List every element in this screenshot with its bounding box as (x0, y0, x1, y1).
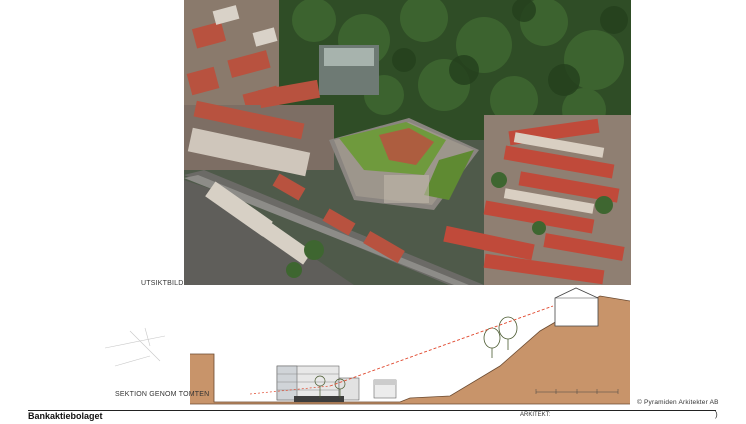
footer-title: Bankaktiebolaget (28, 411, 103, 421)
site-section-drawing (0, 286, 746, 419)
section-label: SEKTION GENOM TOMTEN (115, 391, 210, 398)
aerial-photo (184, 0, 631, 285)
corner-mark: ) (715, 410, 718, 419)
section-illustration (104, 287, 631, 405)
architect-label: ARKITEKT: (520, 412, 551, 418)
footer-divider (28, 410, 716, 411)
copyright-credit: © Pyramiden Arkitekter AB (637, 399, 719, 406)
aerial-view-illustration (184, 0, 631, 285)
